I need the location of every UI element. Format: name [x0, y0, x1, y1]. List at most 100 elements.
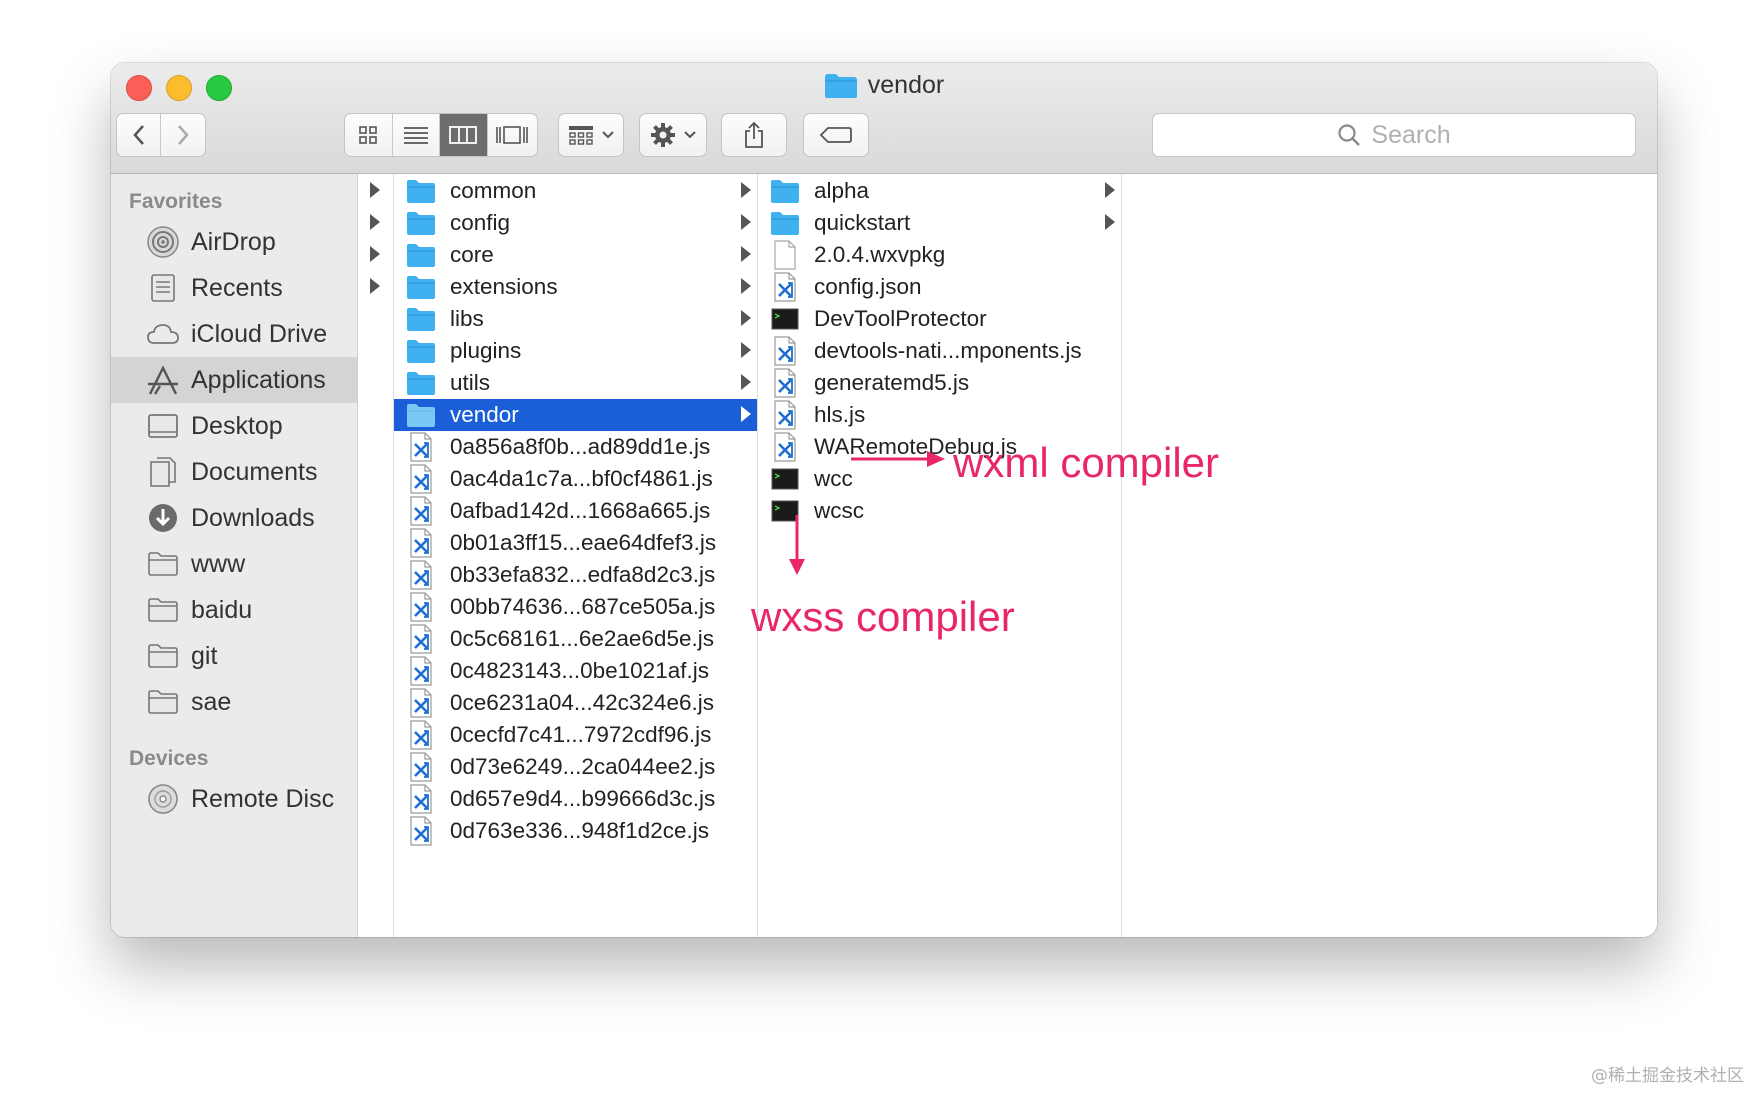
file-row[interactable]: devtools-nati...mponents.js	[758, 335, 1121, 367]
folder-row[interactable]: extensions	[394, 271, 757, 303]
forward-button[interactable]	[161, 114, 205, 156]
sidebar-item-label: www	[191, 549, 246, 578]
column-empty	[1122, 174, 1657, 937]
tags-button[interactable]	[803, 113, 869, 157]
file-row[interactable]: 00bb74636...687ce505a.js	[394, 591, 757, 623]
sidebar-item-git[interactable]: git	[111, 633, 357, 679]
file-row[interactable]: 0cecfd7c41...7972cdf96.js	[394, 719, 757, 751]
expand-arrow-icon[interactable]	[370, 214, 380, 230]
sidebar-item-documents[interactable]: Documents	[111, 449, 357, 495]
js-file-icon	[406, 464, 436, 494]
file-row[interactable]: 0ac4da1c7a...bf0cf4861.js	[394, 463, 757, 495]
sidebar-item-label: Applications	[191, 365, 326, 394]
file-row[interactable]: 0d763e336...948f1d2ce.js	[394, 815, 757, 847]
chevron-down-icon	[602, 131, 614, 139]
sidebar-item-icloud-drive[interactable]: iCloud Drive	[111, 311, 357, 357]
file-row[interactable]: DevToolProtector	[758, 303, 1121, 335]
sidebar-item-remote-disc[interactable]: Remote Disc	[111, 776, 357, 822]
folder-icon	[145, 546, 181, 582]
sidebar-item-airdrop[interactable]: AirDrop	[111, 219, 357, 265]
folder-row[interactable]: utils	[394, 367, 757, 399]
action-button[interactable]	[639, 113, 707, 157]
file-row[interactable]: 0d657e9d4...b99666d3c.js	[394, 783, 757, 815]
documents-icon	[145, 454, 181, 490]
js-file-icon	[406, 720, 436, 750]
file-row[interactable]: 2.0.4.wxvpkg	[758, 239, 1121, 271]
grid-icon	[359, 126, 378, 144]
folder-row[interactable]: vendor	[394, 399, 757, 431]
file-name: hls.js	[814, 402, 866, 427]
group-button[interactable]	[558, 113, 624, 157]
js-file-icon	[406, 432, 436, 462]
sidebar-item-recents[interactable]: Recents	[111, 265, 357, 311]
share-button[interactable]	[721, 113, 787, 157]
file-row[interactable]: 0b33efa832...edfa8d2c3.js	[394, 559, 757, 591]
sidebar-item-label: Downloads	[191, 503, 315, 532]
expand-arrow-icon[interactable]	[370, 246, 380, 262]
file-row[interactable]: 0c4823143...0be1021af.js	[394, 655, 757, 687]
file-name: 0cecfd7c41...7972cdf96.js	[450, 722, 712, 747]
file-row[interactable]: generatemd5.js	[758, 367, 1121, 399]
file-row[interactable]: 0ce6231a04...42c324e6.js	[394, 687, 757, 719]
folder-icon	[824, 73, 857, 98]
list-view-button[interactable]	[393, 114, 441, 156]
folder-row[interactable]: common	[394, 175, 757, 207]
file-row[interactable]: 0a856a8f0b...ad89dd1e.js	[394, 431, 757, 463]
sidebar-item-desktop[interactable]: Desktop	[111, 403, 357, 449]
file-name: 0b01a3ff15...eae64dfef3.js	[450, 530, 717, 555]
folder-row[interactable]: alpha	[758, 175, 1121, 207]
expand-arrow-icon[interactable]	[370, 182, 380, 198]
file-row[interactable]: 0b01a3ff15...eae64dfef3.js	[394, 527, 757, 559]
folder-row[interactable]: config	[394, 207, 757, 239]
expand-arrow-icon	[741, 182, 751, 198]
sidebar-item-baidu[interactable]: baidu	[111, 587, 357, 633]
file-name: 0d763e336...948f1d2ce.js	[450, 818, 709, 843]
column-view-button[interactable]	[440, 114, 488, 156]
js-file-icon	[406, 592, 436, 622]
sidebar-item-label: Documents	[191, 457, 318, 486]
wxss-compiler-label: wxss compiler	[751, 593, 1015, 640]
file-name: 0d657e9d4...b99666d3c.js	[450, 786, 716, 811]
expand-arrow-icon	[741, 374, 751, 390]
js-file-icon	[406, 496, 436, 526]
folder-row[interactable]: plugins	[394, 335, 757, 367]
wxml-compiler-label: wxml compiler	[953, 439, 1220, 486]
sidebar-item-downloads[interactable]: Downloads	[111, 495, 357, 541]
folder-row[interactable]: libs	[394, 303, 757, 335]
file-row[interactable]: 0c5c68161...6e2ae6d5e.js	[394, 623, 757, 655]
folder-icon	[406, 304, 436, 334]
file-row[interactable]: hls.js	[758, 399, 1121, 431]
folder-icon	[406, 400, 436, 430]
disc-icon	[145, 781, 181, 817]
document-icon	[770, 240, 800, 270]
file-name: 2.0.4.wxvpkg	[814, 242, 946, 267]
sidebar-item-www[interactable]: www	[111, 541, 357, 587]
file-name: 0d73e6249...2ca044ee2.js	[450, 754, 716, 779]
search-field[interactable]: Search	[1152, 113, 1636, 157]
file-name: devtools-nati...mponents.js	[814, 338, 1082, 363]
file-row[interactable]: wcsc	[758, 495, 1121, 527]
js-file-icon	[770, 400, 800, 430]
expand-arrow-icon	[741, 278, 751, 294]
folder-row[interactable]: core	[394, 239, 757, 271]
expand-arrow-icon[interactable]	[370, 278, 380, 294]
js-file-icon	[770, 432, 800, 462]
file-row[interactable]: config.json	[758, 271, 1121, 303]
file-name: quickstart	[814, 210, 911, 235]
folder-icon	[406, 272, 436, 302]
icon-view-button[interactable]	[345, 114, 393, 156]
js-file-icon	[406, 656, 436, 686]
folder-row[interactable]: quickstart	[758, 207, 1121, 239]
folder-icon	[406, 336, 436, 366]
group-icon	[569, 126, 593, 145]
file-row[interactable]: 0d73e6249...2ca044ee2.js	[394, 751, 757, 783]
sidebar-item-sae[interactable]: sae	[111, 679, 357, 725]
desktop-icon	[145, 408, 181, 444]
back-button[interactable]	[117, 114, 162, 156]
gear-icon	[651, 123, 675, 147]
expand-arrow-icon	[741, 406, 751, 422]
expand-arrow-icon	[741, 342, 751, 358]
file-row[interactable]: 0afbad142d...1668a665.js	[394, 495, 757, 527]
cover-flow-button[interactable]	[488, 114, 537, 156]
sidebar-item-applications[interactable]: Applications	[111, 357, 357, 403]
